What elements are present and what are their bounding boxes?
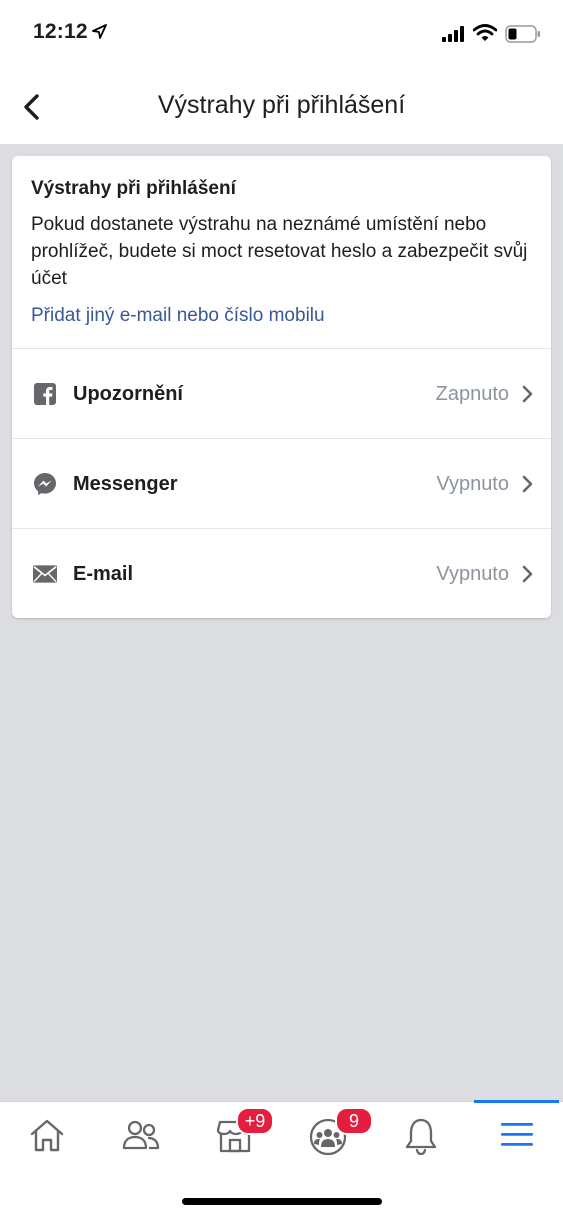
- row-label: Messenger: [73, 473, 178, 495]
- messenger-icon: [33, 472, 57, 496]
- chevron-right-icon: [521, 385, 533, 408]
- marketplace-badge: +9: [236, 1107, 274, 1135]
- tab-menu[interactable]: [470, 1102, 563, 1172]
- row-notifications[interactable]: Upozornění Zapnuto: [12, 348, 551, 439]
- row-email[interactable]: E-mail Vypnuto: [12, 528, 551, 618]
- card-title: Výstrahy při přihlášení: [31, 178, 236, 199]
- facebook-icon: [33, 382, 57, 406]
- cellular-signal-icon: [442, 26, 466, 47]
- envelope-icon: [33, 562, 57, 586]
- groups-badge: 9: [335, 1107, 373, 1135]
- card-description: Pokud dostanete výstrahu na neznámé umís…: [31, 214, 528, 289]
- status-time: 12:12: [33, 20, 88, 43]
- card-header: Výstrahy při přihlášení Pokud dostanete …: [12, 156, 551, 348]
- home-icon: [30, 1119, 64, 1152]
- battery-icon: [505, 25, 541, 48]
- tab-home[interactable]: [0, 1102, 93, 1172]
- tab-groups[interactable]: 9: [280, 1102, 373, 1172]
- friends-icon: [122, 1120, 160, 1150]
- location-arrow-icon: [92, 24, 107, 44]
- row-value: Vypnuto: [436, 473, 509, 495]
- navigation-bar: Výstrahy při přihlášení: [0, 70, 563, 144]
- wifi-icon: [472, 24, 498, 47]
- status-bar: 12:12: [0, 0, 563, 70]
- menu-icon: [501, 1123, 533, 1146]
- row-value: Vypnuto: [436, 563, 509, 585]
- login-alerts-card: Výstrahy při přihlášení Pokud dostanete …: [12, 156, 551, 618]
- row-label: Upozornění: [73, 383, 183, 405]
- row-messenger[interactable]: Messenger Vypnuto: [12, 438, 551, 529]
- chevron-right-icon: [521, 565, 533, 588]
- tab-friends[interactable]: [93, 1102, 186, 1172]
- tab-notifications[interactable]: [374, 1102, 467, 1172]
- page-title: Výstrahy při přihlášení: [157, 91, 406, 119]
- row-label: E-mail: [73, 563, 134, 585]
- home-indicator[interactable]: [182, 1198, 382, 1205]
- add-contact-link[interactable]: Přidat jiný e-mail nebo číslo mobilu: [31, 305, 325, 327]
- chevron-right-icon: [521, 475, 533, 498]
- row-value: Zapnuto: [435, 383, 509, 405]
- tab-marketplace[interactable]: +9: [187, 1102, 280, 1172]
- bell-icon: [405, 1118, 437, 1156]
